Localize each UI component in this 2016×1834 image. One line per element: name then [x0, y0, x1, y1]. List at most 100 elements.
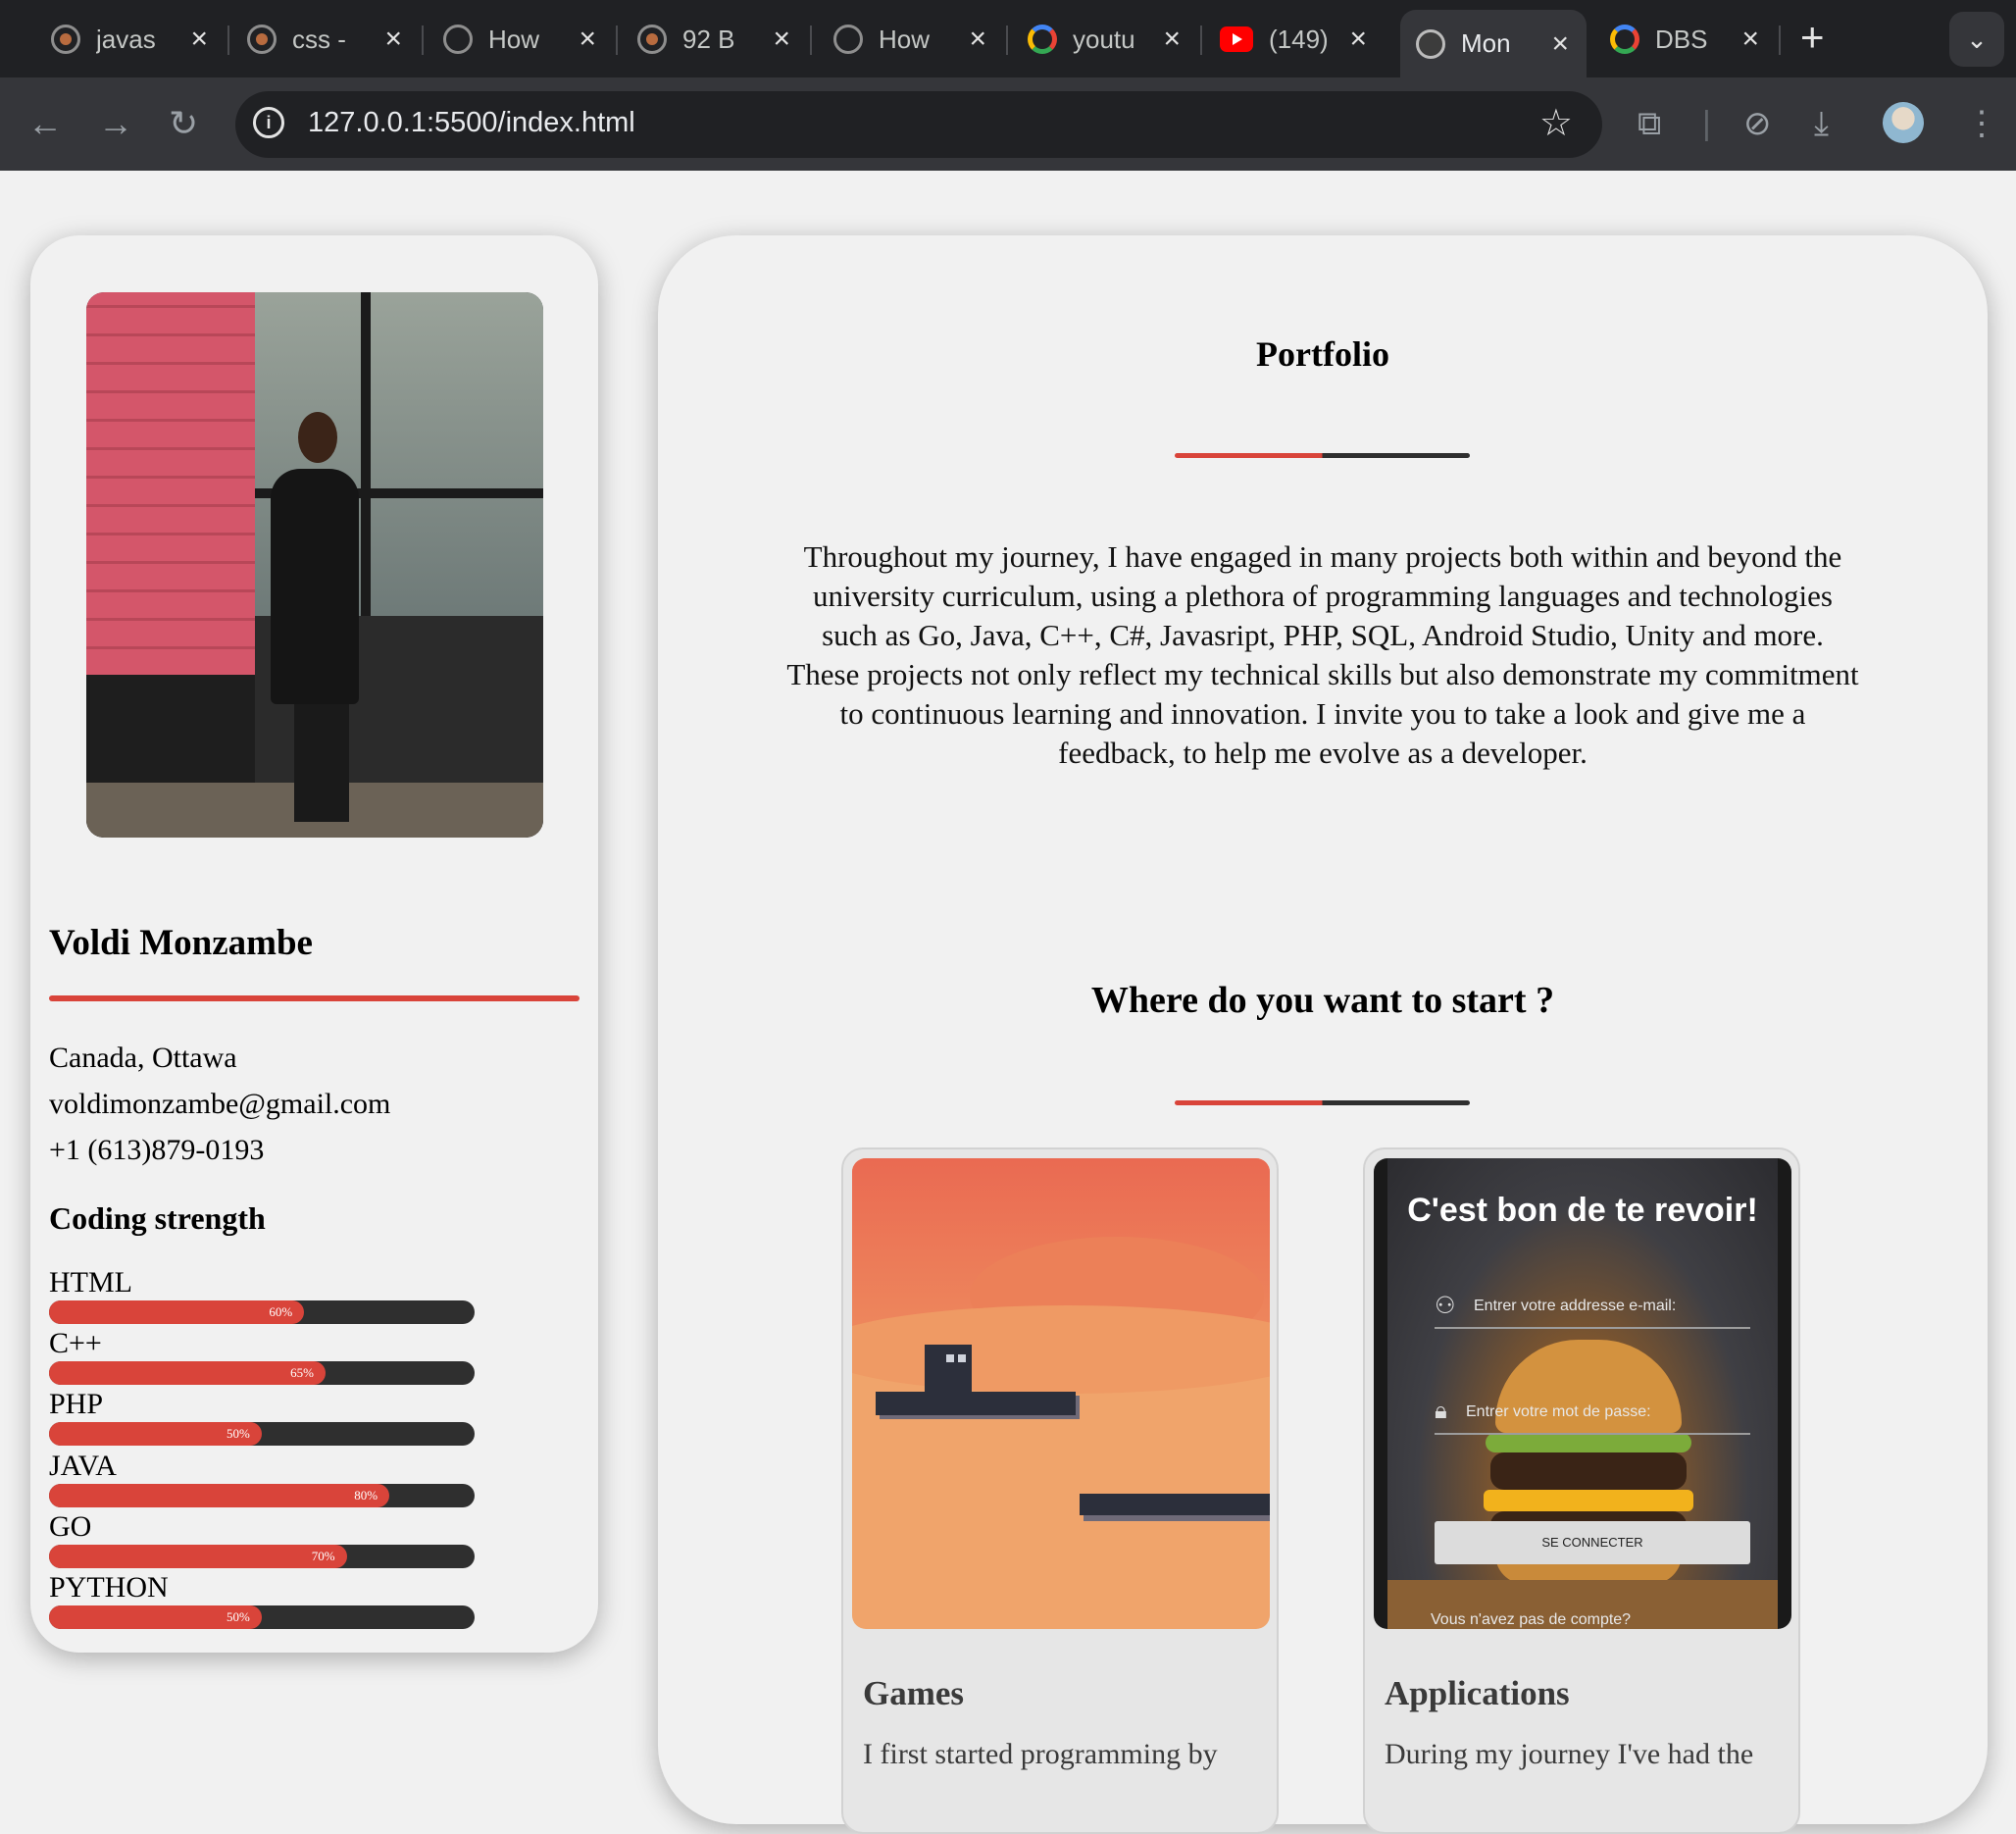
skill-bar: 60%	[49, 1300, 475, 1324]
games-thumbnail	[852, 1158, 1270, 1629]
browser-tab[interactable]: How ×	[443, 12, 596, 67]
spinner-icon	[247, 25, 277, 54]
tab-label: How	[488, 24, 540, 54]
profile-name: Voldi Monzambe	[49, 923, 313, 963]
close-icon[interactable]: ×	[1551, 27, 1569, 61]
app-email-placeholder: Entrer votre addresse e-mail:	[1474, 1298, 1677, 1314]
intro-paragraph-1: Throughout my journey, I have engaged in…	[803, 539, 1842, 652]
kebab-menu-icon[interactable]: ⋮	[1965, 99, 1998, 148]
browser-tab[interactable]: (149) ×	[1220, 12, 1367, 67]
skill-bar: 80%	[49, 1484, 475, 1507]
portfolio-intro: Throughout my journey, I have engaged in…	[785, 537, 1860, 773]
tab-separator	[227, 25, 229, 55]
game-platform	[876, 1392, 1076, 1415]
tab-label: DBS	[1655, 24, 1708, 54]
app-email-field: ⚇ Entrer votre addresse e-mail:	[1435, 1288, 1750, 1329]
name-divider	[49, 995, 580, 1001]
applications-card[interactable]: C'est bon de te revoir! ⚇ Entrer votre a…	[1363, 1147, 1800, 1834]
youtube-icon	[1220, 26, 1253, 52]
close-icon[interactable]: ×	[384, 23, 402, 56]
chevron-down-icon: ⌄	[1966, 24, 1988, 54]
browser-tab[interactable]: youtu ×	[1028, 12, 1181, 67]
skill-name: GO	[49, 1510, 92, 1543]
bookmark-star-icon[interactable]: ☆	[1539, 101, 1573, 145]
card-description: During my journey I've had the	[1385, 1738, 1754, 1770]
profile-avatar[interactable]	[1883, 102, 1924, 143]
intro-paragraph-2: These projects not only reflect my techn…	[786, 657, 1859, 770]
profile-email: voldimonzambe@gmail.com	[49, 1088, 391, 1120]
tab-separator	[1200, 25, 1202, 55]
close-icon[interactable]: ×	[969, 23, 986, 56]
spinner-icon	[51, 25, 80, 54]
close-icon[interactable]: ×	[1163, 23, 1181, 56]
reload-icon[interactable]: ↻	[169, 99, 198, 148]
close-icon[interactable]: ×	[1349, 23, 1367, 56]
skill-cpp: C++ 65%	[49, 1328, 475, 1387]
user-icon: ⚇	[1435, 1293, 1456, 1319]
tab-label: How	[879, 24, 931, 54]
profile-phone: +1 (613)879-0193	[49, 1134, 265, 1166]
lock-icon: 🔒︎	[1435, 1398, 1447, 1424]
skill-percent: 80%	[354, 1488, 378, 1503]
start-divider	[1175, 1100, 1470, 1105]
browser-tab[interactable]: javas ×	[51, 12, 208, 67]
close-icon[interactable]: ×	[1741, 23, 1759, 56]
skill-percent: 60%	[269, 1304, 293, 1319]
skill-name: C++	[49, 1327, 102, 1359]
skill-bar: 50%	[49, 1605, 475, 1629]
tab-label: 92 B	[682, 24, 735, 54]
back-arrow-icon[interactable]: ←	[27, 99, 63, 148]
google-icon	[1028, 25, 1057, 54]
browser-tab[interactable]: DBS ×	[1610, 12, 1759, 67]
coding-strength-title: Coding strength	[49, 1200, 266, 1236]
applications-thumbnail: C'est bon de te revoir! ⚇ Entrer votre a…	[1374, 1158, 1791, 1629]
tab-separator	[616, 25, 618, 55]
tab-separator	[422, 25, 424, 55]
skill-bar-fill	[49, 1545, 347, 1568]
browser-tab[interactable]: 92 B ×	[637, 12, 790, 67]
wp-icon	[833, 25, 863, 54]
portfolio-title: Portfolio	[1256, 334, 1389, 374]
app-password-placeholder: Entrer votre mot de passe:	[1466, 1403, 1651, 1420]
profile-location: Canada, Ottawa	[49, 1042, 237, 1074]
tab-label: (149)	[1269, 24, 1329, 54]
card-description: I first started programming by	[863, 1738, 1218, 1770]
forward-arrow-icon[interactable]: →	[98, 99, 133, 148]
close-icon[interactable]: ×	[773, 23, 790, 56]
app-login-button: SE CONNECTER	[1435, 1521, 1750, 1564]
skill-php: PHP 50%	[49, 1389, 475, 1448]
skill-bar-fill	[49, 1361, 327, 1385]
download-icon[interactable]: ⤓	[1814, 99, 1829, 148]
games-card[interactable]: Games I first started programming by	[841, 1147, 1279, 1834]
skill-percent: 65%	[290, 1365, 314, 1380]
app-password-field: 🔒︎ Entrer votre mot de passe:	[1435, 1394, 1750, 1435]
site-info-icon[interactable]: i	[253, 107, 284, 138]
close-icon[interactable]: ×	[190, 23, 208, 56]
close-icon[interactable]: ×	[579, 23, 596, 56]
skill-name: HTML	[49, 1266, 132, 1299]
address-bar[interactable]: i 127.0.0.1:5500/index.html ☆	[235, 91, 1602, 158]
game-platform	[1080, 1494, 1270, 1515]
extensions-icon[interactable]: ⧉	[1638, 99, 1661, 148]
browser-tab[interactable]: css - ×	[247, 12, 402, 67]
performance-icon[interactable]: ⊘	[1743, 99, 1772, 148]
portfolio-card: Portfolio Throughout my journey, I have …	[658, 235, 1988, 1834]
game-character	[925, 1345, 972, 1392]
skill-java: JAVA 80%	[49, 1451, 475, 1509]
tab-label: css -	[292, 24, 346, 54]
tab-separator	[1006, 25, 1008, 55]
browser-tab-bar: javas × css - × How × 92 B × How × youtu…	[0, 0, 2016, 77]
new-tab-button[interactable]: +	[1800, 14, 1825, 61]
browser-tab[interactable]: How ×	[833, 12, 986, 67]
tab-search-button[interactable]: ⌄	[1949, 12, 2004, 67]
skill-bar: 65%	[49, 1361, 475, 1385]
tab-label: Mon	[1461, 28, 1511, 58]
url-text[interactable]: 127.0.0.1:5500/index.html	[308, 107, 635, 139]
tab-label: javas	[96, 24, 156, 54]
skill-python: PYTHON 50%	[49, 1572, 475, 1631]
skill-bar: 70%	[49, 1545, 475, 1568]
skill-bar-fill	[49, 1484, 390, 1507]
browser-tab-active[interactable]: Mon ×	[1400, 10, 1587, 77]
skill-go: GO 70%	[49, 1511, 475, 1570]
skill-bar-fill	[49, 1300, 305, 1324]
